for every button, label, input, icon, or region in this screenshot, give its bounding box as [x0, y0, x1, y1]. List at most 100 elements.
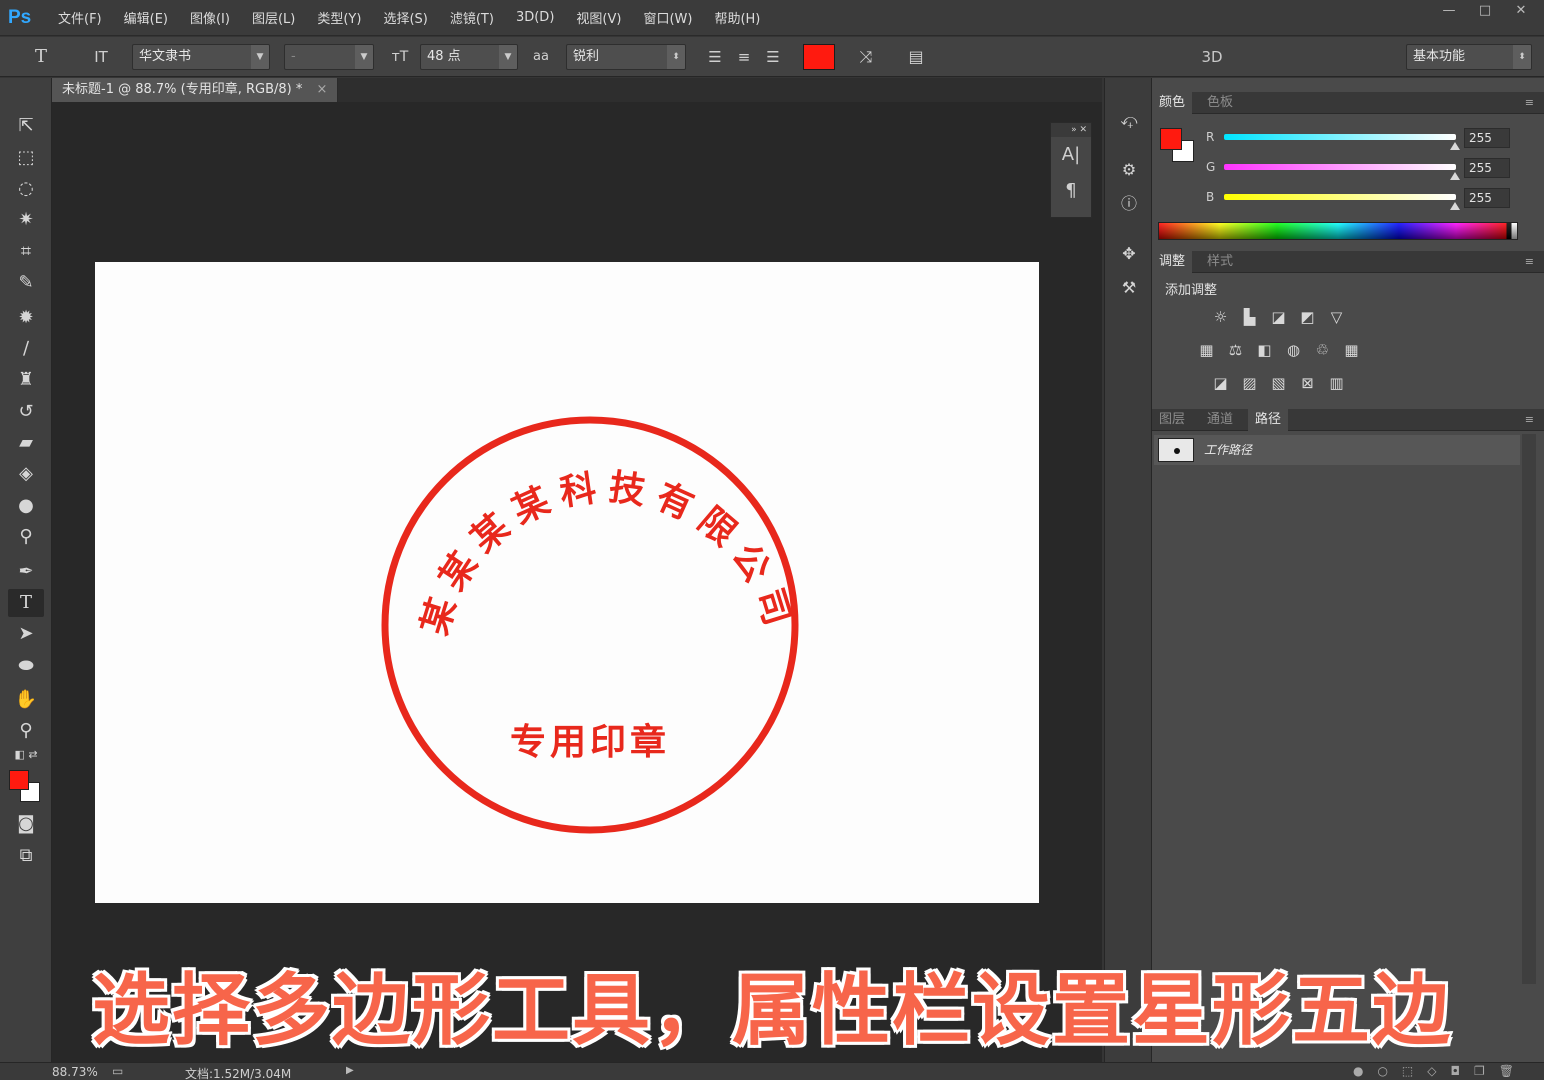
menu-image[interactable]: 图像(I): [190, 8, 230, 27]
workspace-dropdown[interactable]: 基本功能 ⬍: [1406, 44, 1532, 70]
red-channel-track[interactable]: [1224, 134, 1456, 140]
blue-channel-slider[interactable]: B 255: [1202, 188, 1512, 210]
status-menu-arrow-icon[interactable]: ▶: [346, 1065, 354, 1076]
tab-layers[interactable]: 图层: [1152, 409, 1192, 431]
info-panel-icon[interactable]: ⓘ: [1113, 190, 1145, 218]
close-tab-icon[interactable]: ×: [317, 82, 328, 97]
clone-stamp-tool-icon[interactable]: ♜: [8, 366, 44, 394]
paths-scrollbar[interactable]: [1522, 434, 1536, 984]
curves-icon[interactable]: ◪: [1268, 307, 1289, 328]
tab-channels[interactable]: 通道: [1200, 409, 1240, 431]
brushes-panel-icon[interactable]: ✥: [1113, 240, 1145, 268]
threshold-icon[interactable]: ▧: [1268, 373, 1289, 394]
menu-file[interactable]: 文件(F): [58, 8, 102, 27]
add-mask-icon[interactable]: ◘: [1451, 1064, 1461, 1078]
tab-paths[interactable]: 路径: [1248, 409, 1289, 431]
levels-icon[interactable]: ▙: [1239, 307, 1260, 328]
menu-view[interactable]: 视图(V): [576, 8, 621, 27]
healing-tool-icon[interactable]: ✹: [8, 304, 44, 332]
path-selection-tool-icon[interactable]: ➤: [8, 620, 44, 648]
zoom-tool-icon[interactable]: ⚲: [8, 717, 44, 745]
menu-edit[interactable]: 编辑(E): [124, 8, 168, 27]
color-panel-foreground-swatch[interactable]: [1160, 128, 1182, 150]
panel-menu-icon[interactable]: ≡: [1525, 255, 1534, 268]
posterize-icon[interactable]: ▨: [1239, 373, 1260, 394]
ellipse-tool-icon[interactable]: ⬬: [8, 652, 44, 680]
text-orientation-icon[interactable]: IT: [86, 44, 116, 70]
brush-tool-icon[interactable]: ∕: [8, 335, 44, 363]
font-style-dropdown[interactable]: - ▼: [284, 44, 374, 70]
text-color-swatch[interactable]: [803, 44, 835, 70]
menu-window[interactable]: 窗口(W): [643, 8, 692, 27]
panel-menu-icon[interactable]: ≡: [1525, 413, 1534, 426]
green-channel-track[interactable]: [1224, 164, 1456, 170]
status-preview-icon[interactable]: ▭: [112, 1064, 123, 1078]
exposure-icon[interactable]: ◩: [1297, 307, 1318, 328]
delete-path-icon[interactable]: 🗑: [1499, 1064, 1514, 1078]
green-channel-thumb[interactable]: [1450, 172, 1460, 180]
color-spectrum-ramp[interactable]: [1158, 222, 1518, 240]
pen-tool-icon[interactable]: ✒: [8, 558, 44, 586]
foreground-color-swatch[interactable]: [9, 770, 29, 790]
eyedropper-tool-icon[interactable]: ✎: [8, 269, 44, 297]
photo-filter-icon[interactable]: ◍: [1283, 340, 1304, 361]
make-work-path-icon[interactable]: ◇: [1427, 1064, 1436, 1078]
menu-help[interactable]: 帮助(H): [714, 8, 760, 27]
tab-adjustments[interactable]: 调整: [1152, 251, 1193, 273]
align-left-icon[interactable]: ☰: [702, 44, 728, 70]
new-path-icon[interactable]: ❐: [1474, 1064, 1485, 1078]
dodge-tool-icon[interactable]: ⚲: [8, 523, 44, 551]
swap-colors-icon[interactable]: ◧ ⇄: [8, 746, 44, 764]
tool-presets-panel-icon[interactable]: ⚒: [1113, 274, 1145, 302]
type-tool-icon[interactable]: T: [8, 589, 44, 617]
tab-swatches[interactable]: 色板: [1200, 92, 1240, 114]
restore-button[interactable]: □: [1468, 2, 1502, 22]
selective-color-icon[interactable]: ⊠: [1297, 373, 1318, 394]
lasso-tool-icon[interactable]: ◌: [8, 175, 44, 203]
crop-tool-icon[interactable]: ⌗: [8, 238, 44, 266]
properties-panel-icon[interactable]: ⚙: [1113, 156, 1145, 184]
brightness-contrast-icon[interactable]: ☼: [1210, 307, 1231, 328]
menu-type[interactable]: 类型(Y): [317, 8, 361, 27]
minimize-button[interactable]: —: [1432, 2, 1466, 22]
align-center-icon[interactable]: ≡: [731, 44, 757, 70]
warp-text-icon[interactable]: ⤨: [853, 44, 879, 70]
green-channel-value[interactable]: 255: [1464, 158, 1510, 178]
eraser-tool-icon[interactable]: ▰: [8, 429, 44, 457]
type-tool-preset-icon[interactable]: T: [26, 44, 56, 70]
stroke-path-icon[interactable]: ○: [1377, 1064, 1387, 1078]
close-button[interactable]: ✕: [1504, 2, 1538, 22]
menu-layer[interactable]: 图层(L): [252, 8, 295, 27]
menu-select[interactable]: 选择(S): [383, 8, 427, 27]
panel-menu-icon[interactable]: ≡: [1525, 96, 1534, 109]
fill-path-icon[interactable]: ●: [1353, 1064, 1363, 1078]
red-channel-slider[interactable]: R 255: [1202, 128, 1512, 150]
menu-3d[interactable]: 3D(D): [516, 10, 554, 25]
quick-mask-icon[interactable]: ◙: [8, 810, 44, 838]
align-right-icon[interactable]: ☰: [760, 44, 786, 70]
font-size-dropdown[interactable]: 48 点 ▼: [420, 44, 518, 70]
gradient-map-icon[interactable]: ▥: [1326, 373, 1347, 394]
hue-saturation-icon[interactable]: ▦: [1196, 340, 1217, 361]
menu-filter[interactable]: 滤镜(T): [450, 8, 494, 27]
black-white-icon[interactable]: ◧: [1254, 340, 1275, 361]
document-canvas[interactable]: 某某某某科技有限公司 专用印章: [95, 262, 1039, 903]
paint-bucket-tool-icon[interactable]: ◈: [8, 460, 44, 488]
vibrance-icon[interactable]: ▽: [1326, 307, 1347, 328]
character-panel-toggle-icon[interactable]: ▤: [902, 44, 930, 70]
move-tool-icon[interactable]: ⇱: [8, 112, 44, 140]
document-tab[interactable]: 未标题-1 @ 88.7% (专用印章, RGB/8) * ×: [52, 78, 339, 102]
blue-channel-thumb[interactable]: [1450, 202, 1460, 210]
color-lookup-icon[interactable]: ▦: [1341, 340, 1362, 361]
tab-color[interactable]: 颜色: [1152, 92, 1193, 114]
tab-styles[interactable]: 样式: [1200, 251, 1240, 273]
3d-mode-button[interactable]: 3D: [1195, 44, 1229, 70]
history-panel-icon[interactable]: ⤽: [1113, 106, 1145, 134]
font-family-dropdown[interactable]: 华文隶书 ▼: [132, 44, 270, 70]
antialias-dropdown[interactable]: 锐利 ⬍: [566, 44, 686, 70]
blue-channel-track[interactable]: [1224, 194, 1456, 200]
channel-mixer-icon[interactable]: ♲: [1312, 340, 1333, 361]
screen-mode-icon[interactable]: ⧉: [8, 842, 44, 870]
work-path-row[interactable]: 工作路径: [1154, 435, 1520, 465]
green-channel-slider[interactable]: G 255: [1202, 158, 1512, 180]
